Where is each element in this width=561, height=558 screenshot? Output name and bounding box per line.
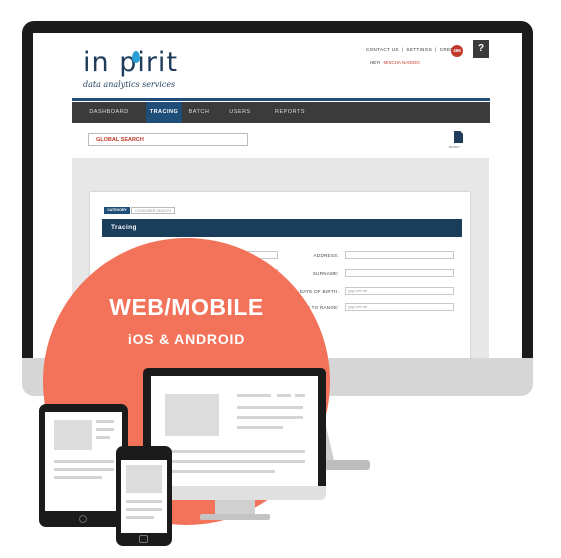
divider: | bbox=[435, 47, 437, 52]
form-title: Tracing bbox=[102, 219, 462, 237]
placeholder-image bbox=[54, 420, 92, 450]
placeholder-image bbox=[126, 465, 162, 493]
tab-category[interactable]: CATEGORY bbox=[104, 207, 130, 214]
placeholder-line bbox=[96, 436, 110, 439]
placeholder-line bbox=[237, 406, 303, 409]
dob-range-field[interactable]: yyyy mm dd bbox=[345, 303, 454, 311]
placeholder-line bbox=[126, 516, 154, 519]
help-button[interactable]: ? bbox=[473, 40, 489, 58]
surname-field[interactable] bbox=[345, 269, 454, 277]
desktop-mockup-screen bbox=[151, 376, 318, 488]
placeholder-line bbox=[165, 470, 275, 473]
divider: | bbox=[401, 47, 404, 52]
settings-link[interactable]: SETTINGS bbox=[406, 47, 432, 52]
placeholder-line bbox=[54, 476, 102, 479]
address-label: ADDRESS: bbox=[313, 253, 339, 258]
tab-users[interactable]: USERS bbox=[216, 102, 264, 123]
placeholder-line bbox=[126, 500, 162, 503]
placeholder-line bbox=[54, 460, 114, 463]
tablet-home-button bbox=[79, 515, 87, 523]
placeholder-line bbox=[237, 426, 283, 429]
document-icon[interactable] bbox=[454, 131, 463, 143]
desktop-mockup-base bbox=[200, 514, 270, 520]
placeholder-line bbox=[54, 468, 114, 471]
date-of-birth-field[interactable]: yyyy mm dd bbox=[345, 287, 454, 295]
desktop-mockup-stand bbox=[215, 500, 255, 514]
address-field[interactable] bbox=[345, 251, 454, 259]
placeholder-line bbox=[237, 394, 271, 397]
placeholder-line bbox=[295, 394, 305, 397]
tab-consumer-search[interactable]: CONSUMER SEARCH bbox=[131, 207, 175, 214]
surname-label: SURNAME: bbox=[312, 271, 339, 276]
placeholder-line bbox=[96, 420, 114, 423]
placeholder-line bbox=[237, 416, 303, 419]
badge-subtitle: iOS & ANDROID bbox=[127, 331, 246, 347]
user-name[interactable]: MISCHA NAIDOO bbox=[384, 60, 420, 65]
tab-reports[interactable]: REPORTS bbox=[264, 102, 316, 123]
nav-accent-stripe bbox=[72, 98, 490, 101]
main-nav: DASHBOARD TRACING BATCH USERS REPORTS bbox=[72, 102, 490, 123]
global-search-input[interactable]: GLOBAL SEARCH bbox=[88, 133, 248, 146]
phone-mockup-screen bbox=[121, 460, 167, 533]
tab-batch[interactable]: BATCH bbox=[182, 102, 216, 123]
placeholder-line bbox=[277, 394, 291, 397]
tab-dashboard[interactable]: DASHBOARD bbox=[72, 102, 146, 123]
site-tagline: data analytics services bbox=[83, 80, 176, 89]
placeholder-line bbox=[165, 450, 305, 453]
badge-title: WEB/MOBILE bbox=[109, 294, 264, 320]
placeholder-line bbox=[126, 508, 162, 511]
site-logo[interactable]: in pirit bbox=[83, 47, 178, 78]
placeholder-line bbox=[96, 428, 114, 431]
placeholder-line bbox=[165, 460, 305, 463]
water-drop-icon bbox=[132, 51, 140, 63]
contact-us-link[interactable]: CONTACT US bbox=[366, 47, 399, 52]
document-icon-label: NOTIFY bbox=[449, 145, 460, 149]
tab-tracing[interactable]: TRACING bbox=[146, 102, 182, 123]
phone-home-button bbox=[139, 535, 148, 543]
credits-badge[interactable]: 456 bbox=[451, 45, 463, 57]
user-greeting: HEY! MISCHA NAIDOO bbox=[370, 60, 420, 65]
tablet-mockup-screen bbox=[45, 412, 122, 511]
placeholder-image bbox=[165, 394, 219, 436]
greeting-text: HEY! bbox=[370, 60, 381, 65]
